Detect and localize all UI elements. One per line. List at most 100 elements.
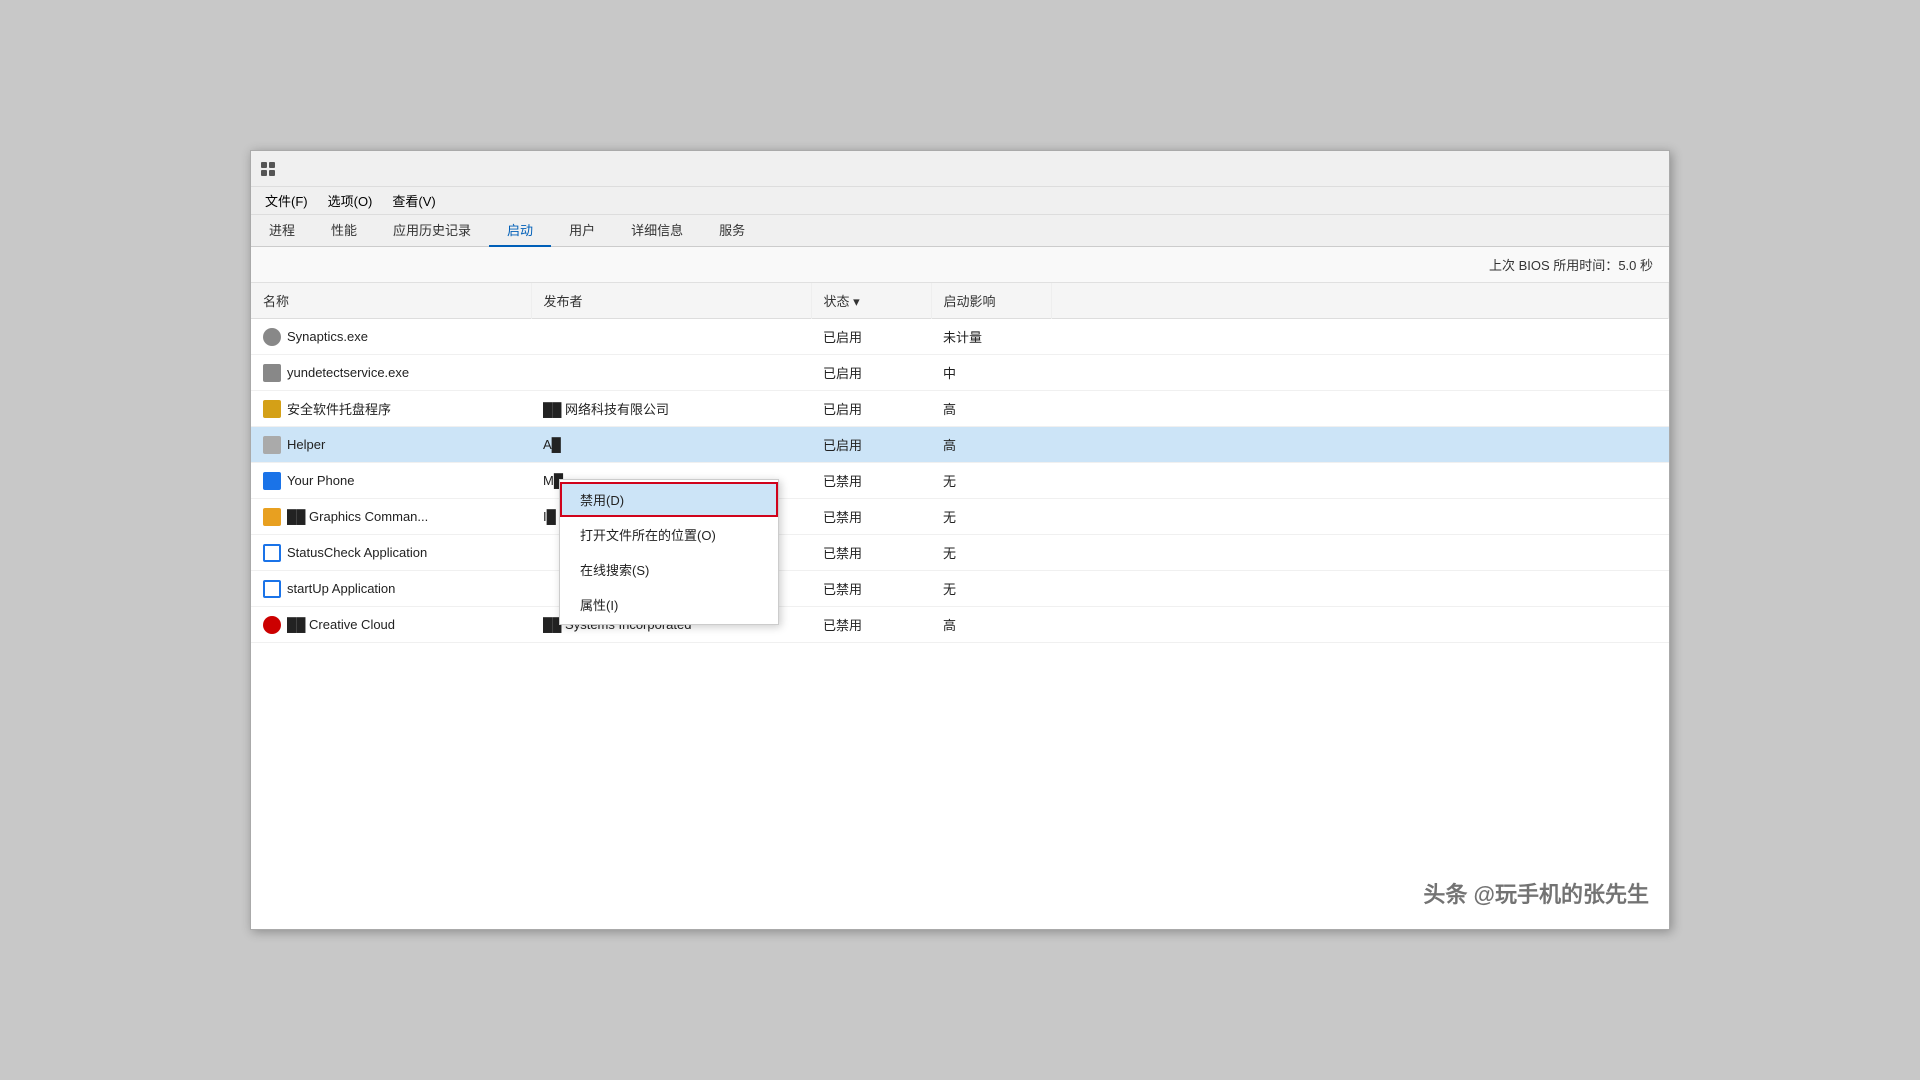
cell-name: ██ Creative Cloud: [251, 607, 531, 643]
window-icon: [259, 160, 277, 178]
app-name-text: 安全软件托盘程序: [287, 399, 391, 418]
cell-empty: [1051, 499, 1669, 535]
table-row[interactable]: yundetectservice.exe 已启用中: [251, 355, 1669, 391]
tab-进程[interactable]: 进程: [251, 214, 313, 247]
menu-bar: 文件(F)选项(O)查看(V): [251, 187, 1669, 215]
cell-status: 已启用: [811, 427, 931, 463]
app-icon: [263, 436, 281, 454]
app-name-text: startUp Application: [287, 581, 395, 596]
bios-bar: 上次 BIOS 所用时间： 5.0 秒: [251, 247, 1669, 283]
col-empty: [1051, 283, 1669, 319]
cell-status: 已启用: [811, 355, 931, 391]
maximize-button[interactable]: [1569, 154, 1615, 184]
context-menu-item-I[interactable]: 属性(I): [560, 587, 778, 622]
table-row[interactable]: Synaptics.exe 已启用未计量: [251, 319, 1669, 355]
tab-bar: 进程性能应用历史记录启动用户详细信息服务: [251, 215, 1669, 247]
app-name-text: StatusCheck Application: [287, 545, 427, 560]
col-publisher[interactable]: 发布者: [531, 283, 811, 319]
cell-empty: [1051, 319, 1669, 355]
cell-status: 已禁用: [811, 463, 931, 499]
table-row[interactable]: ██ Graphics Comman...I█已禁用无: [251, 499, 1669, 535]
cell-empty: [1051, 463, 1669, 499]
table-header: 名称 发布者 状态 ▾ 启动影响: [251, 283, 1669, 319]
cell-status: 已禁用: [811, 499, 931, 535]
context-menu: 禁用(D)打开文件所在的位置(O)在线搜索(S)属性(I): [559, 479, 779, 625]
context-menu-item-D[interactable]: 禁用(D): [560, 482, 778, 517]
cell-publisher: A█: [531, 427, 811, 463]
col-name[interactable]: 名称: [251, 283, 531, 319]
cell-publisher: [531, 319, 811, 355]
tab-性能[interactable]: 性能: [313, 214, 375, 247]
cell-empty: [1051, 535, 1669, 571]
app-name-text: ██ Graphics Comman...: [287, 509, 428, 524]
tab-用户[interactable]: 用户: [551, 214, 613, 247]
cell-publisher: ██ 网络科技有限公司: [531, 391, 811, 427]
cell-name: startUp Application: [251, 571, 531, 607]
cell-name: Synaptics.exe: [251, 319, 531, 355]
menu-item-查看[interactable]: 查看(V): [382, 187, 445, 214]
minimize-button[interactable]: [1523, 154, 1569, 184]
cell-impact: 无: [931, 571, 1051, 607]
app-icon: [263, 580, 281, 598]
app-icon: [263, 544, 281, 562]
cell-status: 已启用: [811, 391, 931, 427]
tab-详细信息[interactable]: 详细信息: [613, 214, 701, 247]
table-row[interactable]: Helper A█已启用高: [251, 427, 1669, 463]
menu-item-选项[interactable]: 选项(O): [318, 187, 383, 214]
cell-publisher: [531, 355, 811, 391]
task-manager-window: 文件(F)选项(O)查看(V) 进程性能应用历史记录启动用户详细信息服务 上次 …: [250, 150, 1670, 930]
tab-启动[interactable]: 启动: [489, 214, 551, 247]
cell-name: Your Phone: [251, 463, 531, 499]
cell-status: 已启用: [811, 319, 931, 355]
app-icon: [263, 508, 281, 526]
cell-name: 安全软件托盘程序: [251, 391, 531, 427]
cell-status: 已禁用: [811, 571, 931, 607]
table-row[interactable]: startUp Application 已禁用无: [251, 571, 1669, 607]
close-button[interactable]: [1615, 154, 1661, 184]
app-icon: [263, 400, 281, 418]
context-menu-item-S[interactable]: 在线搜索(S): [560, 552, 778, 587]
cell-empty: [1051, 355, 1669, 391]
cell-impact: 中: [931, 355, 1051, 391]
app-icon: [263, 364, 281, 382]
table-row[interactable]: ██ Creative Cloud██ Systems Incorporated…: [251, 607, 1669, 643]
cell-name: Helper: [251, 427, 531, 463]
table-row[interactable]: StatusCheck Application 已禁用无: [251, 535, 1669, 571]
table-body: Synaptics.exe已启用未计量yundetectservice.exe已…: [251, 319, 1669, 643]
cell-status: 已禁用: [811, 535, 931, 571]
app-name-text: Synaptics.exe: [287, 329, 368, 344]
app-name-text: Your Phone: [287, 473, 354, 488]
col-impact[interactable]: 启动影响: [931, 283, 1051, 319]
cell-impact: 高: [931, 427, 1051, 463]
cell-status: 已禁用: [811, 607, 931, 643]
app-icon: [263, 616, 281, 634]
title-bar: [251, 151, 1669, 187]
cell-empty: [1051, 427, 1669, 463]
startup-table: 名称 发布者 状态 ▾ 启动影响 Synaptics.exe已启用未计量yund…: [251, 283, 1669, 929]
table-row[interactable]: 安全软件托盘程序 ██ 网络科技有限公司已启用高: [251, 391, 1669, 427]
bios-value: 5.0 秒: [1618, 255, 1653, 274]
app-name-text: Helper: [287, 437, 325, 452]
tab-服务[interactable]: 服务: [701, 214, 763, 247]
cell-impact: 高: [931, 607, 1051, 643]
app-name-text: yundetectservice.exe: [287, 365, 409, 380]
cell-empty: [1051, 571, 1669, 607]
app-icon: [263, 472, 281, 490]
cell-name: yundetectservice.exe: [251, 355, 531, 391]
tab-应用历史记录[interactable]: 应用历史记录: [375, 214, 489, 247]
context-menu-item-O[interactable]: 打开文件所在的位置(O): [560, 517, 778, 552]
cell-impact: 无: [931, 499, 1051, 535]
app-name-text: ██ Creative Cloud: [287, 617, 395, 632]
col-status[interactable]: 状态 ▾: [811, 283, 931, 319]
cell-impact: 高: [931, 391, 1051, 427]
app-icon: [263, 328, 281, 346]
cell-impact: 无: [931, 535, 1051, 571]
menu-item-文件[interactable]: 文件(F): [255, 187, 318, 214]
bios-label: 上次 BIOS 所用时间：: [1489, 255, 1618, 274]
window-controls: [1523, 154, 1661, 184]
cell-impact: 未计量: [931, 319, 1051, 355]
cell-empty: [1051, 391, 1669, 427]
cell-name: ██ Graphics Comman...: [251, 499, 531, 535]
cell-name: StatusCheck Application: [251, 535, 531, 571]
table-row[interactable]: Your PhoneM█已禁用无: [251, 463, 1669, 499]
